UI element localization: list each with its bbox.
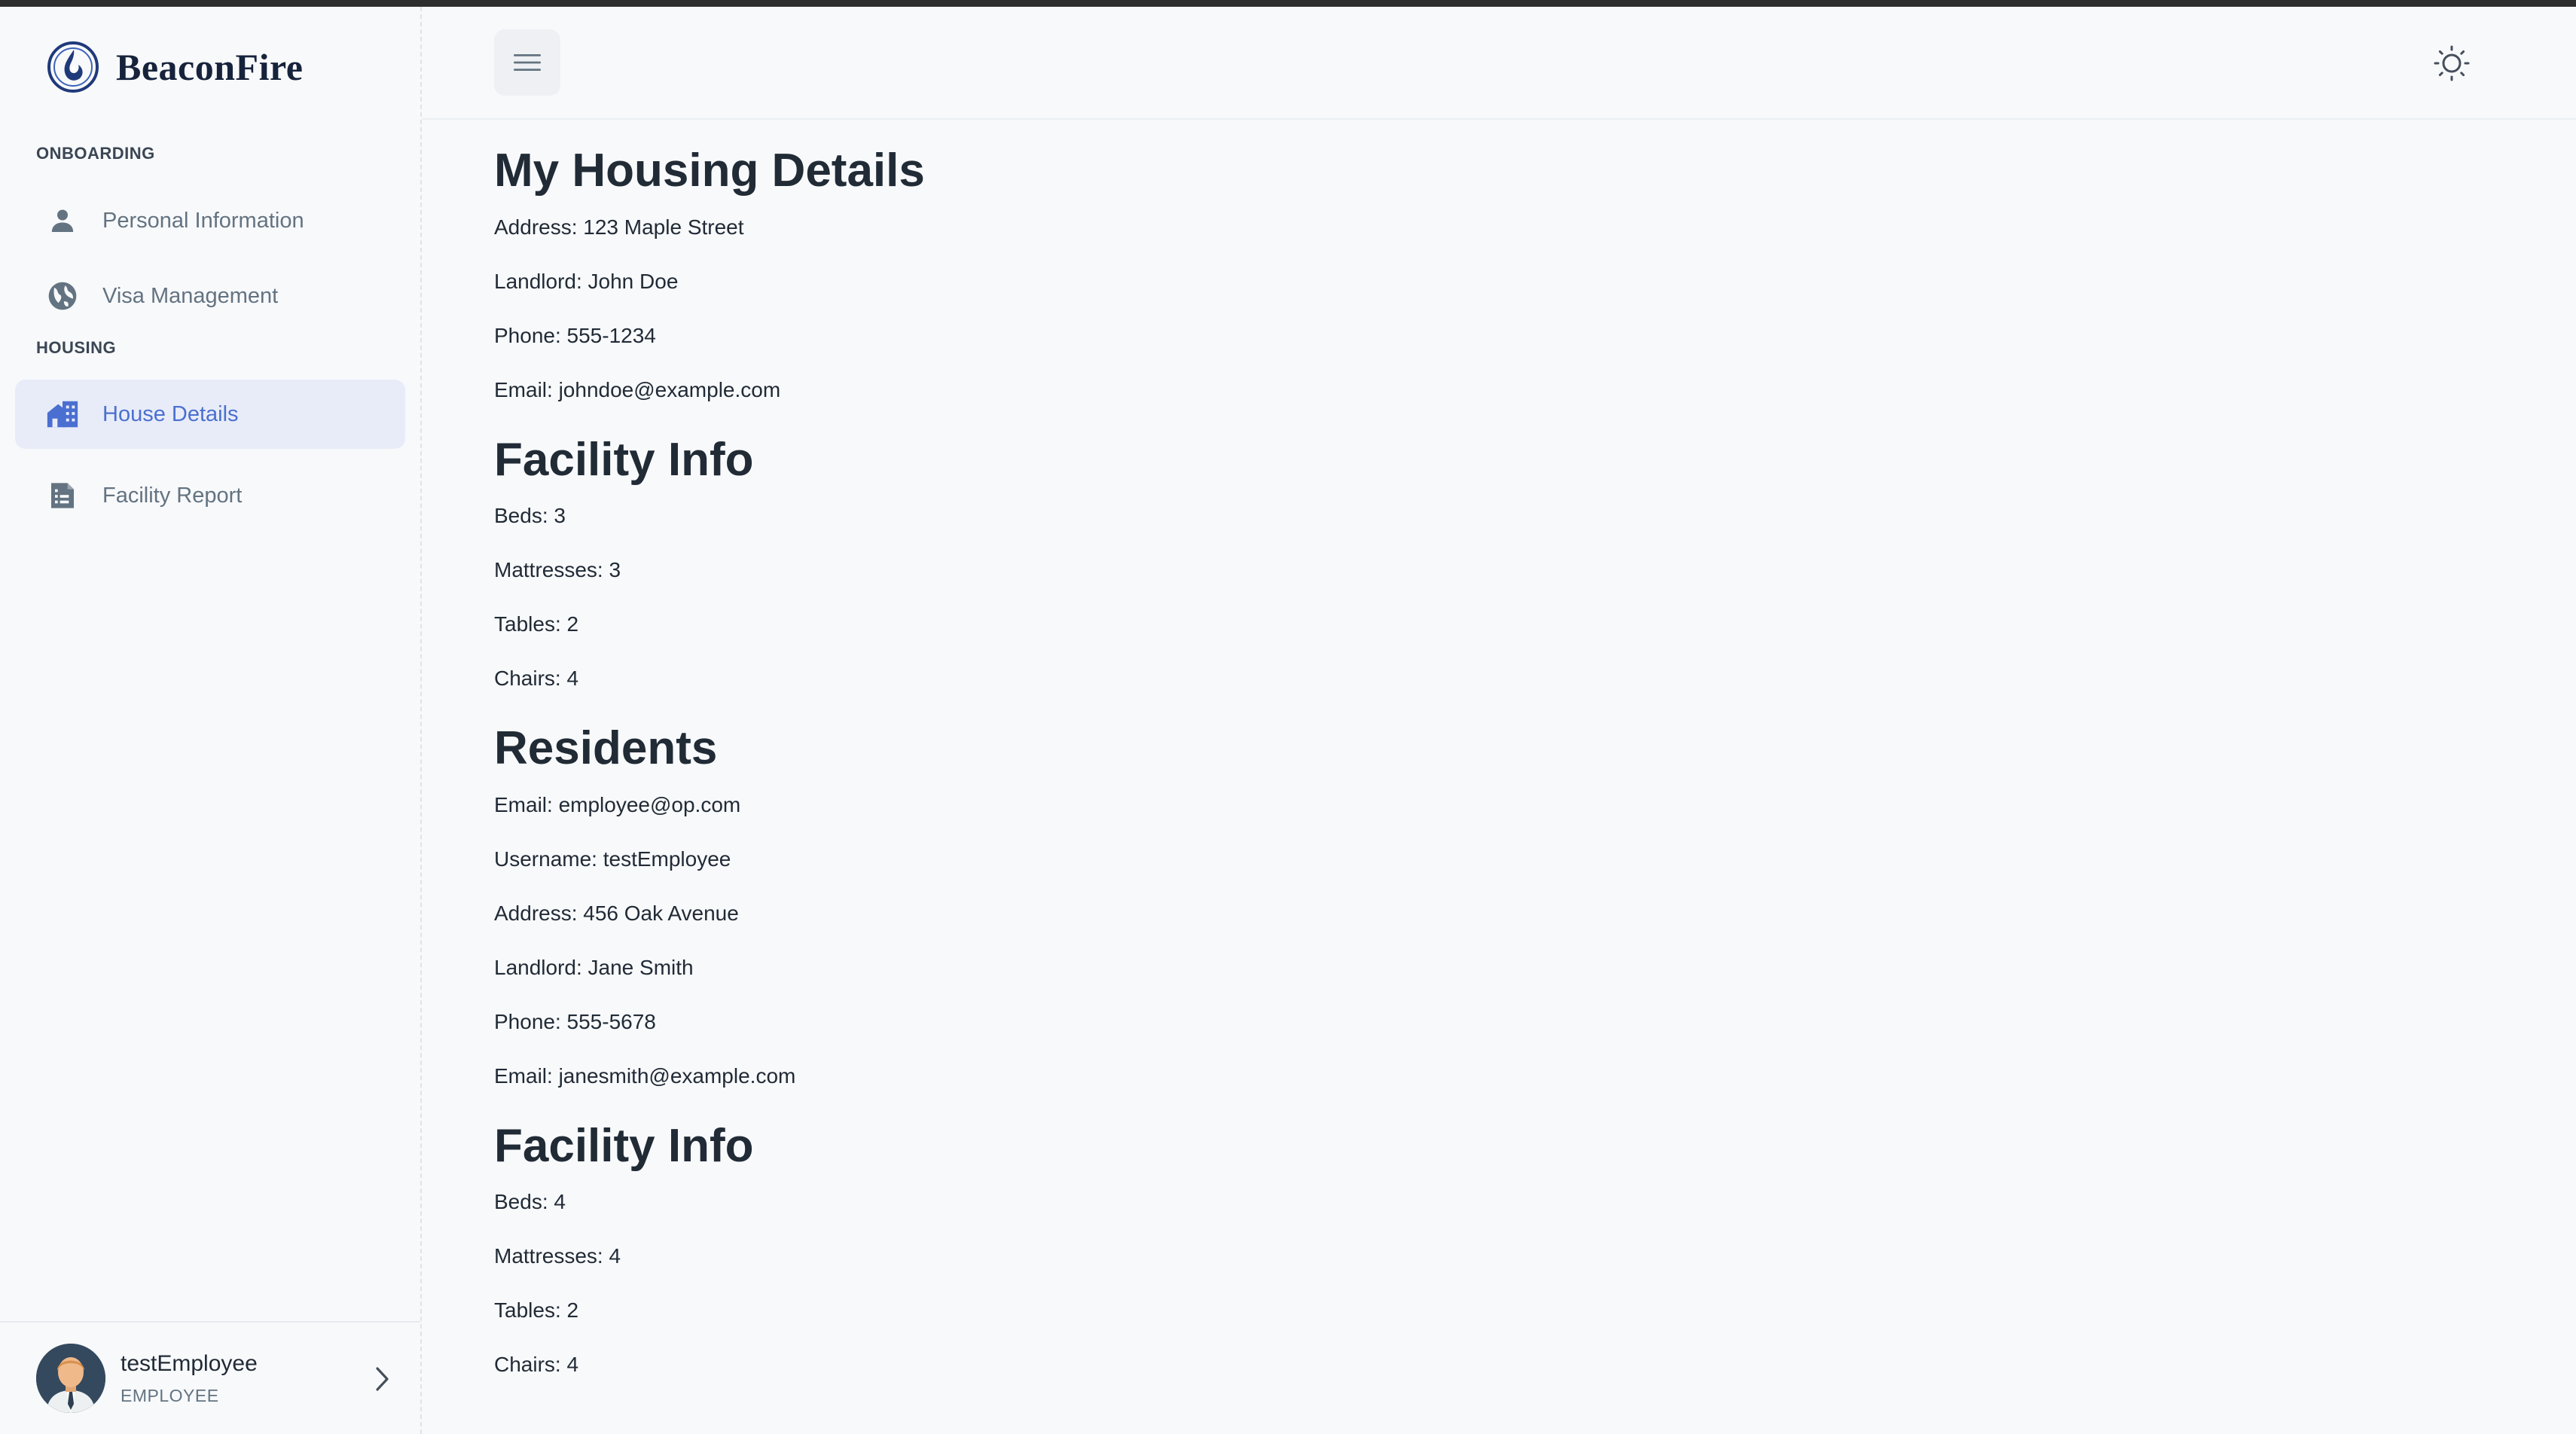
menu-button[interactable] <box>494 29 560 96</box>
brand-name: BeaconFire <box>116 46 304 88</box>
top-border <box>0 0 2576 7</box>
report-icon <box>45 478 80 513</box>
facility-mattresses: Mattresses: 4 <box>494 1244 621 1268</box>
housing-landlord: Landlord: John Doe <box>494 269 679 293</box>
facility-chairs: Chairs: 4 <box>494 667 579 690</box>
resident-address: Address: 456 Oak Avenue <box>494 901 739 925</box>
theme-toggle-button[interactable] <box>2425 37 2478 90</box>
sun-icon <box>2434 45 2470 81</box>
user-name: testEmployee <box>121 1351 258 1376</box>
beaconfire-logo-icon <box>47 41 99 93</box>
sidebar-item-personal-information[interactable]: Personal Information <box>15 186 405 255</box>
sidebar: BeaconFire ONBOARDING Personal Informati… <box>0 7 422 1434</box>
facility-info-title: Facility Info <box>494 433 754 486</box>
facility-tables: Tables: 2 <box>494 1298 579 1322</box>
housing-phone: Phone: 555-1234 <box>494 323 656 347</box>
sidebar-item-house-details[interactable]: House Details <box>15 380 405 449</box>
residents-title: Residents <box>494 722 718 774</box>
sidebar-item-label: Facility Report <box>102 483 243 508</box>
house-icon <box>45 397 80 432</box>
facility-beds: Beds: 4 <box>494 1190 566 1213</box>
housing-email: Email: johndoe@example.com <box>494 377 781 401</box>
housing-address: Address: 123 Maple Street <box>494 215 744 239</box>
sidebar-item-label: Visa Management <box>102 283 279 308</box>
resident-phone: Phone: 555-5678 <box>494 1009 656 1033</box>
avatar <box>36 1344 105 1413</box>
facility-beds: Beds: 3 <box>494 504 566 527</box>
resident-email: Email: employee@op.com <box>494 792 741 816</box>
nav-section-onboarding: ONBOARDING <box>36 144 155 163</box>
facility-mattresses: Mattresses: 3 <box>494 558 621 581</box>
facility-tables: Tables: 2 <box>494 612 579 636</box>
chevron-right-icon[interactable] <box>363 1360 401 1398</box>
facility-info-title: Facility Info <box>494 1119 754 1172</box>
facility-chairs: Chairs: 4 <box>494 1353 579 1376</box>
nav-section-housing: HOUSING <box>36 338 117 357</box>
user-role: EMPLOYEE <box>121 1386 219 1405</box>
housing-details-title: My Housing Details <box>494 145 925 197</box>
sidebar-item-visa-management[interactable]: Visa Management <box>15 261 405 331</box>
main-content: My Housing Details Address: 123 Maple St… <box>494 127 2528 1392</box>
resident-landlord: Landlord: Jane Smith <box>494 955 694 979</box>
brand-logo[interactable]: BeaconFire <box>47 37 303 97</box>
sidebar-item-label: House Details <box>102 401 239 426</box>
resident-landlord-email: Email: janesmith@example.com <box>494 1063 796 1088</box>
user-account-panel[interactable]: testEmployee EMPLOYEE <box>0 1321 420 1434</box>
sidebar-item-label: Personal Information <box>102 208 304 233</box>
globe-icon <box>45 279 80 313</box>
hamburger-icon <box>514 54 541 71</box>
top-header <box>422 7 2576 120</box>
resident-username: Username: testEmployee <box>494 847 731 871</box>
person-icon <box>45 203 80 238</box>
sidebar-item-facility-report[interactable]: Facility Report <box>15 461 405 530</box>
